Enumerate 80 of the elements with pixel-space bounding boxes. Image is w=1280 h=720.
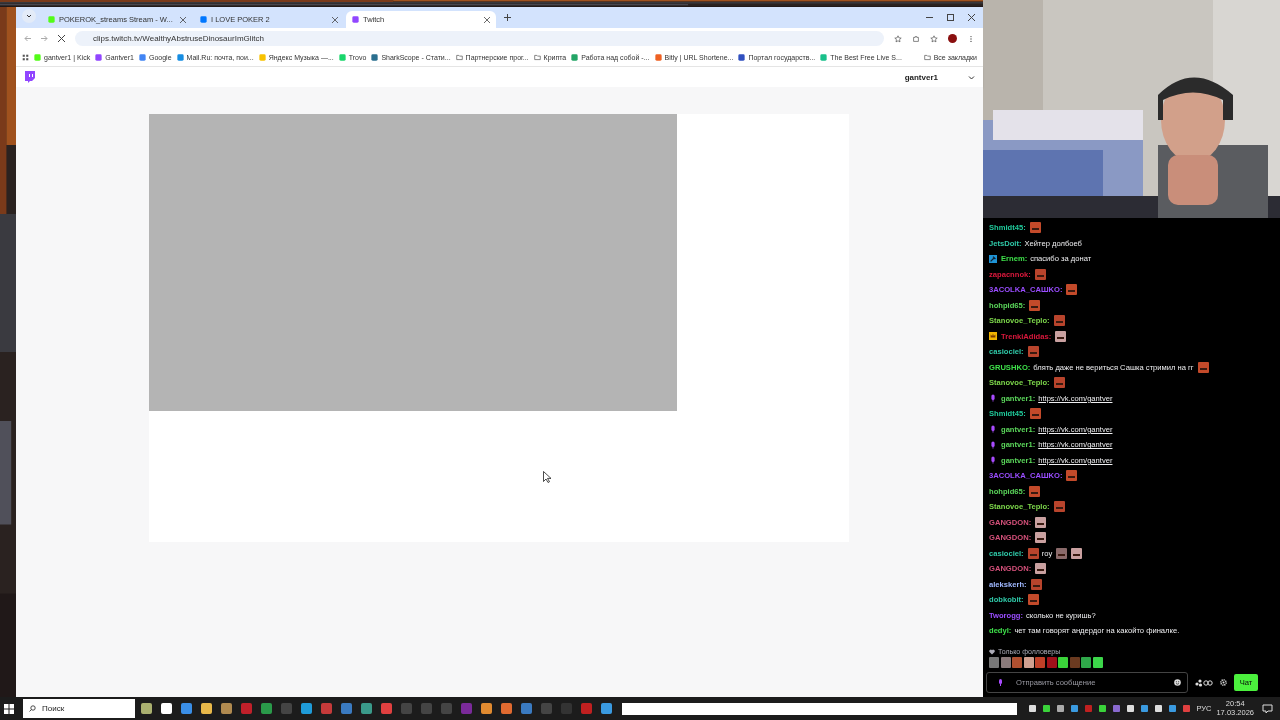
site-icon	[200, 16, 207, 23]
emote-icon	[1035, 563, 1047, 575]
site-icon	[139, 54, 146, 61]
hammer-badge-icon	[989, 254, 997, 263]
heart-icon	[989, 648, 995, 655]
emote-icon	[1029, 222, 1041, 234]
emote-icon	[1066, 284, 1078, 296]
emote-icon[interactable]	[1000, 657, 1011, 668]
folder-icon	[455, 54, 463, 61]
crown-badge-icon	[989, 332, 997, 341]
twitch-logo-icon[interactable]	[24, 71, 35, 83]
address-field[interactable]: clips.twitch.tv/WealthyAbstruseDinosaurImGlitch	[75, 31, 884, 46]
microphone-badge-icon	[989, 425, 997, 434]
emote-icon	[1027, 594, 1039, 606]
site-icon	[258, 54, 266, 61]
emote-icon	[1053, 315, 1065, 327]
menu-icon[interactable]	[967, 34, 975, 43]
minimize-icon[interactable]	[926, 14, 933, 21]
close-icon[interactable]	[968, 14, 975, 21]
windows-start-icon[interactable]	[4, 703, 14, 714]
emote-icon	[1056, 547, 1068, 559]
apps-icon[interactable]	[22, 54, 29, 61]
close-icon[interactable]	[484, 16, 490, 23]
mouse-cursor-icon	[543, 471, 551, 483]
taskbar-app-icon[interactable]	[480, 702, 493, 715]
emote-icon	[1029, 299, 1041, 311]
search-icon	[29, 705, 36, 712]
emote-icon	[1055, 330, 1067, 342]
emote-icon	[1029, 485, 1041, 497]
bookmark-star-icon[interactable]	[894, 34, 902, 43]
channel-points-icon[interactable]	[1195, 678, 1213, 687]
stop-icon[interactable]	[58, 35, 65, 42]
maximize-icon[interactable]	[947, 14, 954, 21]
microphone-badge-icon	[989, 394, 997, 403]
settings-icon[interactable]	[1220, 679, 1227, 686]
favorites-icon[interactable]	[930, 34, 938, 43]
emote-icon[interactable]	[1092, 657, 1103, 668]
taskbar-search-field[interactable]: Поиск	[23, 699, 135, 718]
site-icon	[95, 54, 103, 61]
emote-icon	[1071, 547, 1083, 559]
site-icon	[738, 54, 746, 61]
emote-icon	[1035, 532, 1047, 544]
emote-icon	[1066, 470, 1078, 482]
profile-avatar[interactable]	[948, 34, 957, 43]
emote-icon	[1197, 361, 1209, 373]
toolbar-field[interactable]	[622, 702, 1017, 715]
emote-icon	[1027, 547, 1039, 559]
new-tab-icon[interactable]	[504, 14, 511, 21]
emote-icon[interactable]	[1023, 657, 1034, 668]
chevron-down-icon[interactable]	[968, 73, 975, 81]
notifications-icon[interactable]	[1261, 702, 1274, 715]
site-icon	[176, 54, 184, 61]
close-icon[interactable]	[180, 16, 186, 23]
taskbar-app-icon[interactable]	[600, 702, 613, 715]
taskbar-app-icon[interactable]	[140, 702, 153, 715]
taskbar-app-icon[interactable]	[160, 702, 173, 715]
close-icon[interactable]	[332, 16, 338, 23]
extensions-icon[interactable]	[912, 34, 920, 43]
folder-icon	[533, 54, 541, 61]
emote-icon	[1053, 501, 1065, 513]
site-icon	[571, 54, 579, 61]
site-icon	[34, 54, 41, 61]
username-label[interactable]: gantver1	[904, 72, 938, 82]
site-icon	[654, 54, 662, 61]
site-icon	[338, 54, 346, 61]
site-icon	[352, 16, 359, 23]
emote-icon	[1034, 268, 1046, 280]
emote-icon	[1035, 516, 1047, 528]
emote-icon	[1029, 408, 1041, 420]
microphone-badge-icon	[989, 440, 997, 449]
site-icon	[371, 54, 379, 61]
emote-icon	[1027, 346, 1039, 358]
emote-icon	[1030, 578, 1042, 590]
emote-icon	[1053, 377, 1065, 389]
site-icon	[820, 54, 828, 61]
folder-icon	[923, 54, 931, 61]
site-icon	[48, 16, 55, 23]
emoji-icon[interactable]	[1174, 679, 1181, 686]
taskbar-app-icon[interactable]	[200, 702, 213, 715]
microphone-badge-icon	[989, 456, 997, 465]
